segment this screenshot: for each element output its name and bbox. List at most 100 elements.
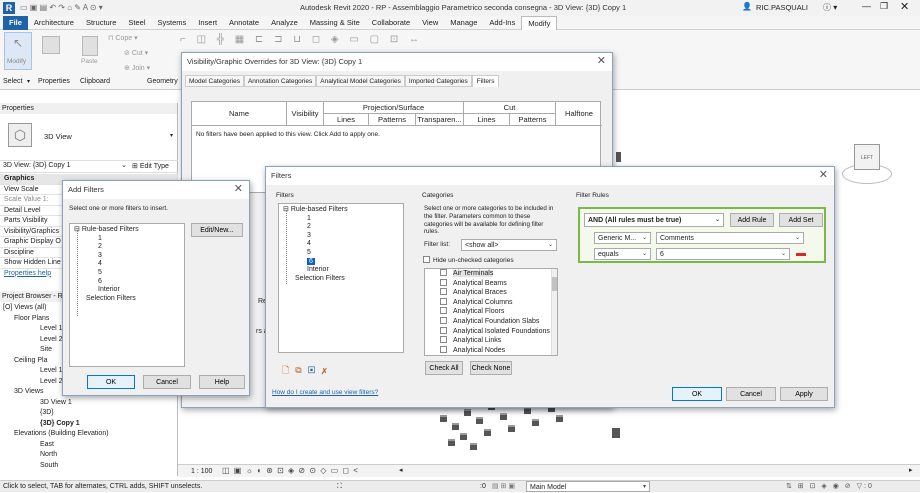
tree-node-active[interactable]: {3D} Copy 1 [0,419,178,430]
category-item[interactable]: Analytical Columns [425,297,557,308]
category-item[interactable]: Analytical Nodes [425,345,557,355]
paste-icon[interactable] [82,36,98,56]
modify-tool-button[interactable]: ↖ Modify [4,32,32,70]
check-all-button[interactable]: Check All [425,361,463,375]
view-control-icons[interactable]: ◫ ▣ ☼ ◐ ⊛ ⊡ ◈ ⊘ ⊙ ◇ ▭ ◻ < [222,465,359,477]
revit-logo-icon[interactable]: R [3,2,15,14]
menu-insert[interactable]: Insert [192,16,223,30]
check-none-button[interactable]: Check None [470,361,512,375]
minimize-icon[interactable]: — [862,1,871,11]
instance-selector[interactable]: 3D View: {3D} Copy 1 ⌄ ⊞ Edit Type [0,161,178,173]
tab-imported-categories[interactable]: Imported Categories [404,75,472,87]
ribbon-tools-row[interactable]: ⌐ ◫ ╬ ▦ ⊏ ⊐ ⊔ ◻ ◈ ▭ ▢ ⊡ ↔ [180,34,423,45]
rule-category-select[interactable]: Generic M... ⌄ [594,232,651,244]
user-icon[interactable]: 👤 [742,2,752,11]
rename-filter-icon[interactable]: ▣ [308,365,322,375]
rule-logic-select[interactable]: AND (All rules must be true) ⌄ [584,213,724,227]
menu-collaborate[interactable]: Collaborate [366,16,416,30]
filters-tree[interactable]: ⊟ Rule-based Filters 1 2 3 4 5 6 Interio… [278,203,404,353]
filters-close-icon[interactable]: ✕ [819,168,828,181]
tree-node[interactable]: 3 [70,252,184,261]
tab-model-categories[interactable]: Model Categories [185,75,244,87]
rule-value-input[interactable]: 6 ⌄ [656,248,790,260]
scroll-right-icon[interactable]: ▸ [909,465,913,477]
col-transparency[interactable]: Transparen... [416,114,464,126]
scrollbar-thumb[interactable] [552,277,557,291]
select-dropdown-icon[interactable]: ▾ [27,78,30,85]
tree-node[interactable]: 3D View 1 [0,398,178,409]
tree-node[interactable]: 5 [70,269,184,278]
menu-systems[interactable]: Systems [152,16,193,30]
category-item[interactable]: Analytical Links [425,336,557,346]
menu-modify[interactable]: Modify [521,15,558,30]
col-proj-lines[interactable]: Lines [324,114,369,126]
col-proj-patterns[interactable]: Patterns [369,114,416,126]
tree-node[interactable]: 2 [70,243,184,252]
tree-node[interactable]: 4 [279,240,403,249]
edit-new-button[interactable]: Edit/New... [191,223,243,237]
selection-icons[interactable]: ⇅ ⊞ ⊡ ◈ ◉ ⊘ ▽:0 [786,481,874,492]
tree-node[interactable]: South [0,461,178,472]
menu-view[interactable]: View [416,16,444,30]
categories-list[interactable]: Air Terminals Analytical Beams Analytica… [424,268,558,356]
categories-scrollbar[interactable] [551,269,557,355]
scroll-left-icon[interactable]: ◂ [399,465,403,477]
delete-rule-icon[interactable] [796,253,806,256]
rule-parameter-select[interactable]: Comments ⌄ [656,232,804,244]
close-icon[interactable]: ✕ [900,0,909,13]
menu-analyze[interactable]: Analyze [265,16,304,30]
cancel-button[interactable]: Cancel [143,375,191,389]
cut-tool[interactable]: ⊘ Cut ▾ [124,49,148,57]
type-selector[interactable]: ⬡ 3D View ▾ [0,115,178,161]
add-rule-button[interactable]: Add Rule [730,213,774,227]
category-item[interactable]: Analytical Braces [425,288,557,298]
rule-operator-select[interactable]: equals ⌄ [594,248,651,260]
menu-structure[interactable]: Structure [80,16,122,30]
col-halftone[interactable]: Halftone [556,102,602,126]
help-button[interactable]: Help [199,375,245,389]
tree-node[interactable]: 2 [279,223,403,232]
col-name[interactable]: Name [192,102,287,126]
filters-apply-button[interactable]: Apply [780,387,828,401]
join-tool[interactable]: ⊕ Join ▾ [124,64,150,72]
edit-type-button[interactable]: ⊞ Edit Type [132,162,169,170]
filters-ok-button[interactable]: OK [672,387,722,401]
menu-file[interactable]: File [3,15,28,30]
menu-manage[interactable]: Manage [444,16,483,30]
tree-node[interactable]: North [0,450,178,461]
help-link[interactable]: How do I create and use view filters? [272,389,378,396]
tree-node-selected[interactable]: 6 [279,257,403,267]
type-dropdown-icon[interactable]: ▾ [170,132,173,139]
menu-architecture[interactable]: Architecture [28,16,80,30]
category-item[interactable]: Analytical Isolated Foundations [425,326,557,337]
new-filter-icon[interactable]: 🗋 [282,365,295,375]
menu-massing[interactable]: Massing & Site [304,16,366,30]
duplicate-filter-icon[interactable]: ⧉ [295,365,307,375]
cope-tool[interactable]: ⊓ Cope ▾ [108,34,138,42]
user-name[interactable]: RIC.PASQUALI [756,3,808,12]
select-label[interactable]: Select [3,78,22,85]
tree-node[interactable]: 4 [70,260,184,269]
category-item[interactable]: Analytical Floors [425,307,557,317]
add-set-button[interactable]: Add Set [779,213,823,227]
tree-node-selection[interactable]: Selection Filters [70,295,184,304]
status-icons[interactable]: ▤ ⊞ ▣ [492,481,515,492]
properties-icon[interactable] [42,36,60,54]
col-cut-patterns[interactable]: Patterns [510,114,556,126]
instance-dropdown-icon[interactable]: ⌄ [121,161,127,169]
col-cut-lines[interactable]: Lines [464,114,510,126]
tree-node[interactable]: 5 [279,249,403,258]
view-cube[interactable]: LEFT [842,138,892,188]
tree-node-selection[interactable]: Selection Filters [279,275,403,284]
col-visibility[interactable]: Visibility [287,102,324,126]
menu-addins[interactable]: Add-Ins [483,16,521,30]
tree-node[interactable]: Elevations (Building Elevation) [0,429,178,440]
category-item[interactable]: Analytical Foundation Slabs [425,316,557,327]
add-filters-close-icon[interactable]: ✕ [234,182,243,195]
tree-node[interactable]: Interior [279,266,403,275]
vg-close-icon[interactable]: ✕ [597,54,606,67]
filter-list-select[interactable]: <show all> ⌄ [461,239,557,251]
tree-node[interactable]: East [0,440,178,451]
filters-cancel-button[interactable]: Cancel [726,387,776,401]
category-item[interactable]: Air Terminals [425,269,557,279]
